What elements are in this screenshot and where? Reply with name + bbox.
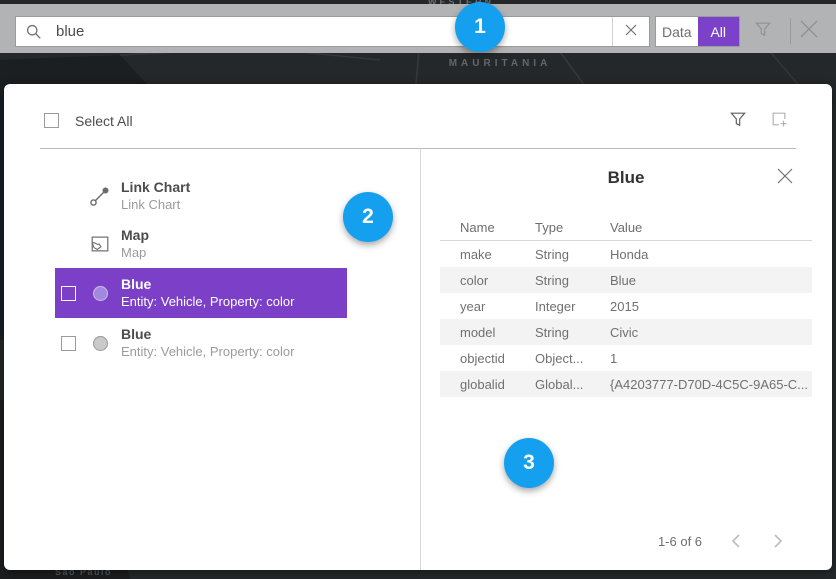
clear-search-button[interactable] — [612, 17, 649, 46]
link-chart-icon — [87, 184, 113, 208]
close-detail-button[interactable] — [774, 168, 796, 188]
result-subtitle: Entity: Vehicle, Property: color — [121, 293, 294, 310]
table-row: make String Honda — [440, 241, 812, 267]
callout-badge-3: 3 — [504, 438, 554, 488]
result-item-blue-selected[interactable]: Blue Entity: Vehicle, Property: color — [55, 268, 347, 318]
result-item-blue[interactable]: Blue Entity: Vehicle, Property: color — [55, 318, 347, 368]
column-header: Value — [610, 220, 812, 235]
map-icon — [87, 233, 113, 255]
result-title: Blue — [121, 276, 294, 293]
table-row: model String Civic — [440, 319, 812, 345]
search-icon — [16, 23, 50, 40]
callout-badge-1: 1 — [455, 2, 505, 52]
cell-type: String — [535, 325, 610, 340]
cell-name: year — [440, 299, 535, 314]
entity-point-icon — [87, 336, 113, 351]
close-icon — [799, 19, 819, 44]
result-title: Map — [121, 227, 149, 244]
result-checkbox[interactable] — [61, 336, 76, 351]
cell-value: 1 — [610, 351, 812, 366]
chevron-right-icon — [772, 534, 784, 553]
table-row: objectid Object... 1 — [440, 345, 812, 371]
detail-title: Blue — [420, 168, 832, 188]
result-list: Link Chart Link Chart Map Map Blue — [55, 172, 347, 368]
cell-value: Civic — [610, 325, 812, 340]
filter-button[interactable] — [751, 20, 775, 42]
result-subtitle: Link Chart — [121, 196, 190, 213]
cell-value: Blue — [610, 273, 812, 288]
result-item-map[interactable]: Map Map — [55, 220, 347, 268]
pagination-range: 1-6 of 6 — [630, 534, 730, 549]
attribute-table: Name Type Value make String Honda color … — [440, 214, 812, 397]
search-toolbar: Data All — [0, 4, 836, 53]
cell-value: {A4203777-D70D-4C5C-9A65-C... — [610, 377, 812, 392]
result-title: Blue — [121, 326, 294, 343]
column-header: Type — [535, 220, 610, 235]
map-label-mauritania: MAURITANIA — [440, 58, 560, 69]
result-checkbox[interactable] — [61, 286, 76, 301]
funnel-icon — [728, 109, 748, 134]
close-icon — [777, 168, 793, 189]
cell-name: globalid — [440, 377, 535, 392]
toolbar-divider — [790, 18, 791, 44]
close-small-icon — [625, 23, 637, 41]
funnel-icon — [753, 19, 773, 44]
add-to-selection-button[interactable] — [767, 110, 791, 132]
result-item-link-chart[interactable]: Link Chart Link Chart — [55, 172, 347, 220]
table-row: color String Blue — [440, 267, 812, 293]
search-box[interactable] — [15, 16, 650, 47]
select-all-label: Select All — [75, 113, 133, 129]
cell-type: Global... — [535, 377, 610, 392]
results-filter-button[interactable] — [726, 110, 750, 132]
cell-type: String — [535, 273, 610, 288]
column-header: Name — [440, 220, 535, 235]
cell-name: make — [440, 247, 535, 262]
search-results-panel: Select All Link Chart Link Chart — [4, 84, 832, 570]
panel-divider — [420, 148, 421, 570]
table-header-row: Name Type Value — [440, 214, 812, 241]
cell-name: objectid — [440, 351, 535, 366]
table-row: globalid Global... {A4203777-D70D-4C5C-9… — [440, 371, 812, 397]
entity-point-icon — [87, 286, 113, 301]
scope-toggle: Data All — [655, 16, 740, 47]
cell-value: Honda — [610, 247, 812, 262]
search-input[interactable] — [50, 23, 612, 40]
cell-name: color — [440, 273, 535, 288]
cell-type: Integer — [535, 299, 610, 314]
chevron-left-icon — [730, 534, 742, 553]
header-divider — [40, 148, 796, 149]
callout-badge-2: 2 — [343, 192, 393, 242]
cell-value: 2015 — [610, 299, 812, 314]
scope-option-all[interactable]: All — [698, 17, 740, 46]
app-window: WESTERN MAURITANIA São Paulo Data All — [0, 0, 836, 579]
next-page-button[interactable] — [766, 532, 790, 554]
table-row: year Integer 2015 — [440, 293, 812, 319]
cell-name: model — [440, 325, 535, 340]
cell-type: String — [535, 247, 610, 262]
cell-type: Object... — [535, 351, 610, 366]
scope-option-data[interactable]: Data — [656, 17, 698, 46]
result-title: Link Chart — [121, 179, 190, 196]
result-subtitle: Entity: Vehicle, Property: color — [121, 343, 294, 360]
close-search-button[interactable] — [797, 20, 821, 42]
add-selection-icon — [769, 109, 789, 134]
result-subtitle: Map — [121, 244, 149, 261]
select-all-checkbox[interactable] — [44, 113, 59, 128]
previous-page-button[interactable] — [724, 532, 748, 554]
